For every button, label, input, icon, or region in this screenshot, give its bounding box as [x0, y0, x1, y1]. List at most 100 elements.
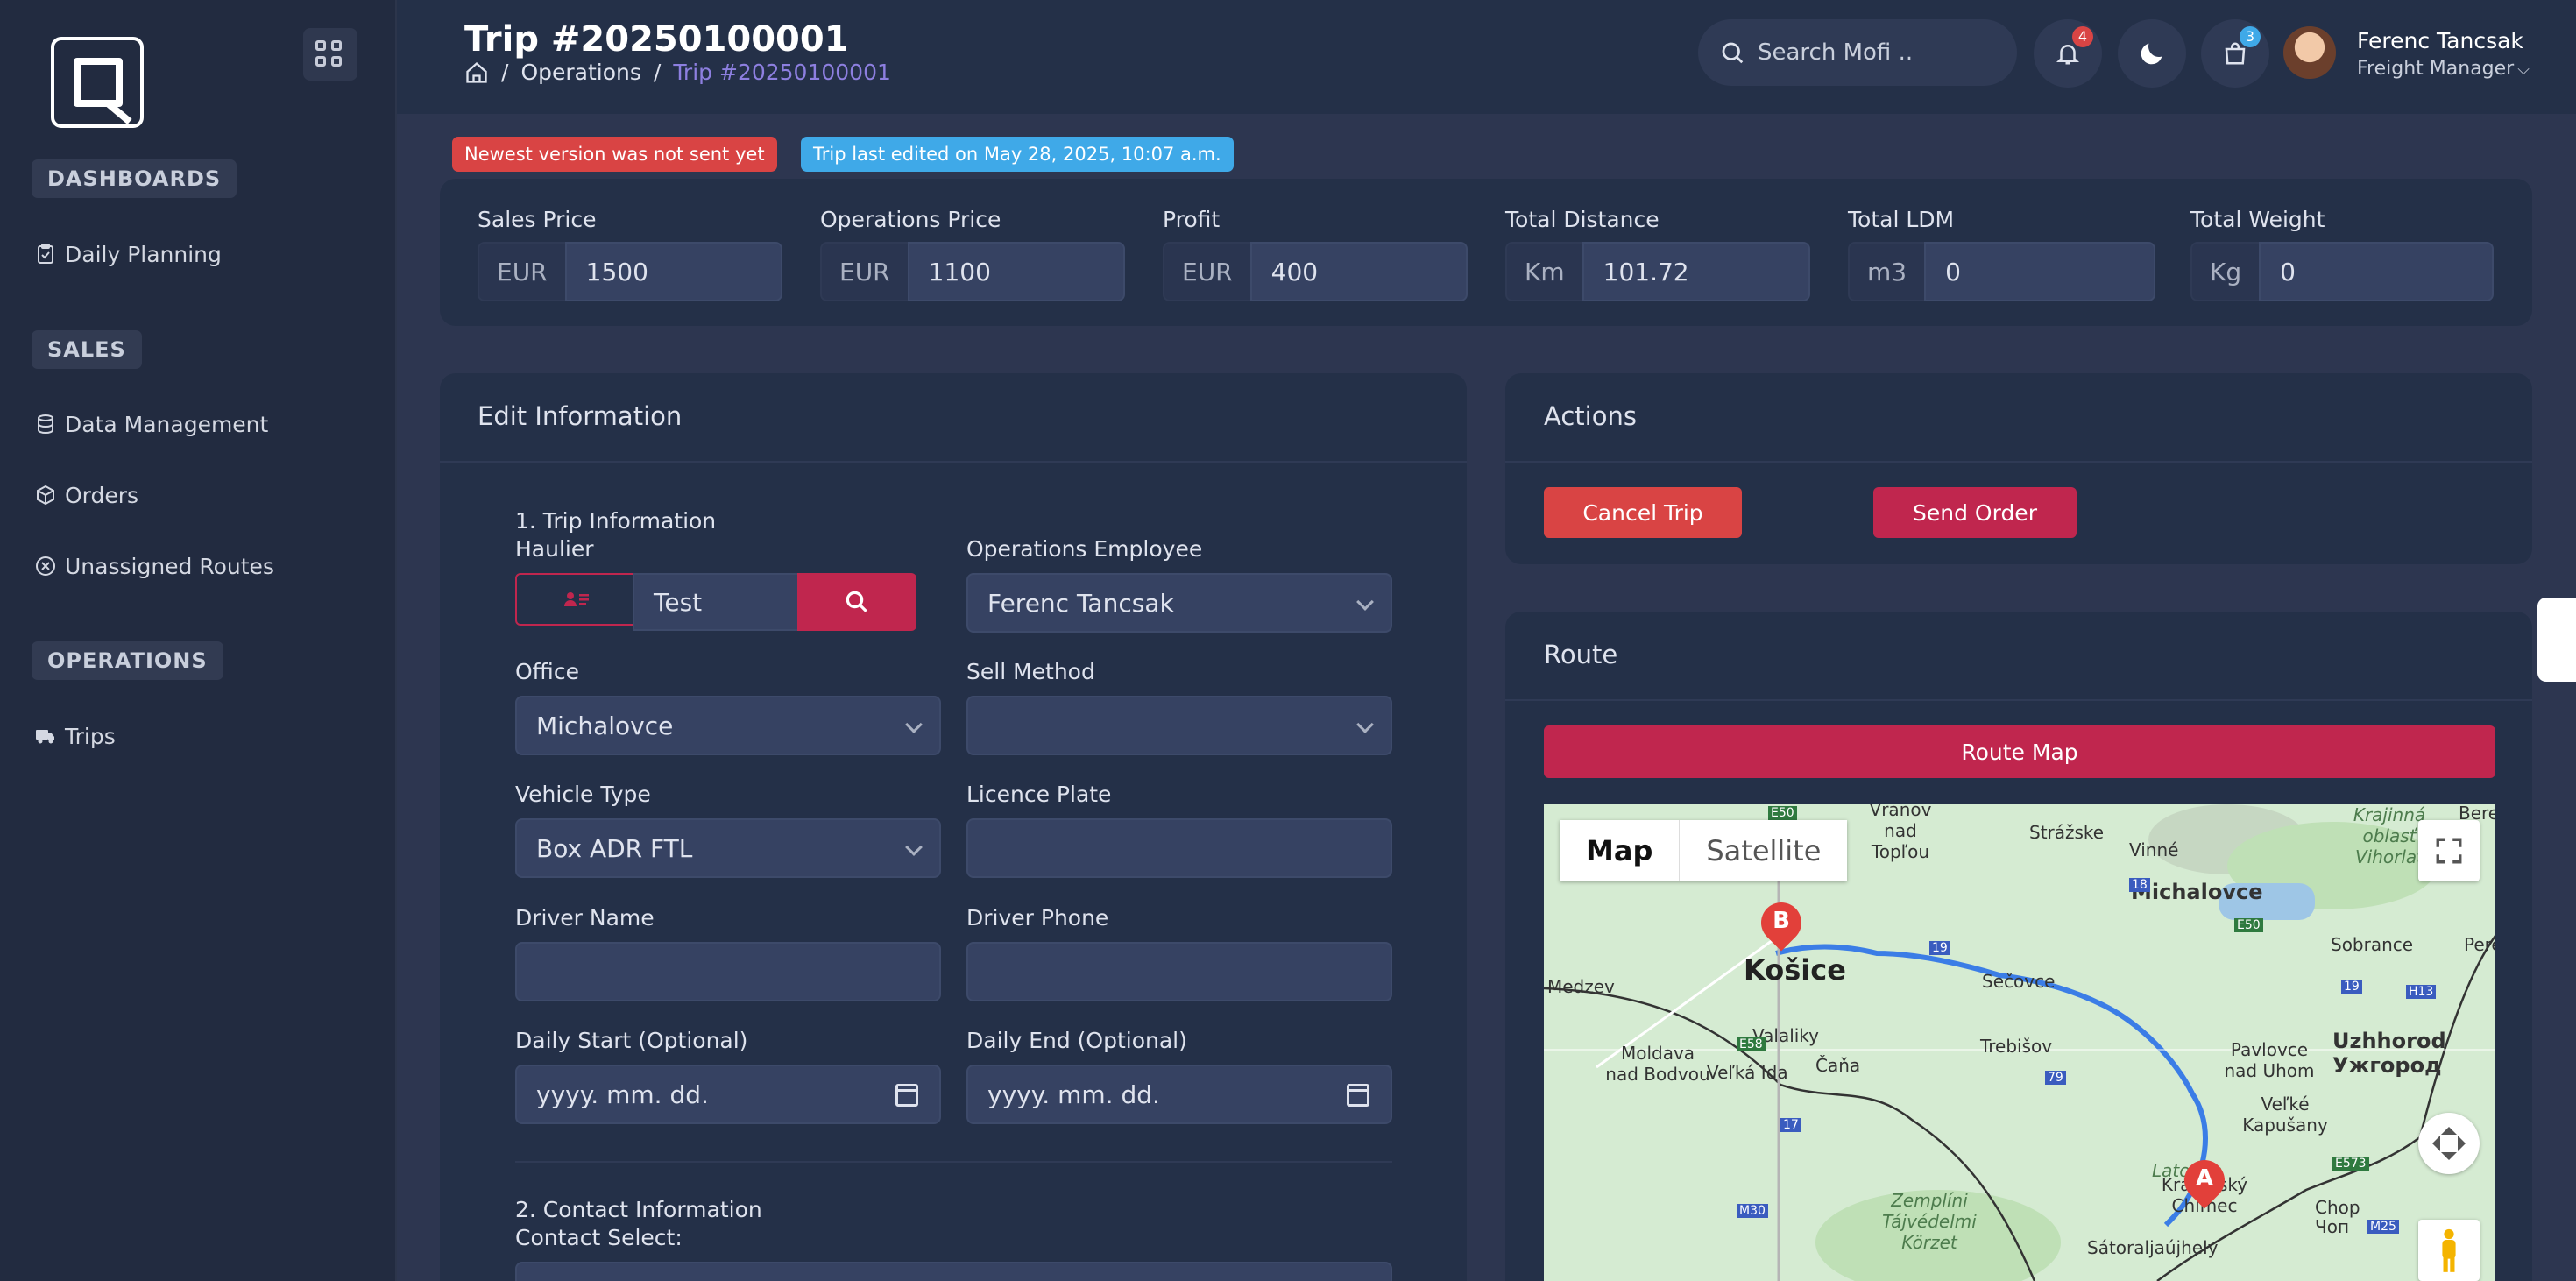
haulier-input[interactable]: Test: [633, 573, 799, 631]
sidebar-item-orders[interactable]: Orders: [35, 479, 138, 511]
cancel-trip-button[interactable]: Cancel Trip: [1544, 487, 1742, 538]
sidebar-item-trips[interactable]: Trips: [35, 720, 116, 752]
breadcrumb-operations[interactable]: Operations: [520, 60, 640, 85]
route-map-button[interactable]: Route Map: [1544, 725, 2495, 778]
daily-end-input[interactable]: yyyy. mm. dd.: [966, 1065, 1392, 1124]
haulier-contact-button[interactable]: [515, 573, 634, 626]
chevron-down-icon: [1356, 593, 1374, 611]
kpi-unit: m3: [1848, 242, 1925, 301]
section-sales: SALES: [32, 330, 142, 369]
sidebar-item-data-management[interactable]: Data Management: [35, 408, 268, 440]
kpi-label-sales-price: Sales Price: [478, 207, 597, 232]
sell-method-label: Sell Method: [966, 659, 1095, 684]
driver-phone-input[interactable]: [966, 942, 1392, 1001]
map-label: Pavlovce nad Uhom: [2224, 1039, 2315, 1081]
sidebar-item-unassigned-routes[interactable]: Unassigned Routes: [35, 550, 274, 582]
search-input[interactable]: Search Mofi ..: [1698, 19, 2017, 86]
contact-select[interactable]: [515, 1262, 1392, 1281]
total-ldm-field: m3 0: [1848, 242, 2156, 301]
calendar-icon[interactable]: [895, 1084, 918, 1107]
trip-information-heading: 1. Trip Information: [515, 508, 717, 534]
map-label: Veľké Kapušany: [2242, 1093, 2328, 1136]
edit-information-title: Edit Information: [478, 401, 683, 431]
user-role-label: Freight Manager: [2357, 58, 2515, 80]
app-logo[interactable]: [51, 37, 144, 128]
sales-price-field: EUR 1500: [478, 242, 782, 301]
database-icon: [38, 414, 53, 435]
daily-start-input[interactable]: yyyy. mm. dd.: [515, 1065, 941, 1124]
office-select[interactable]: Michalovce: [515, 696, 941, 755]
sidebar-item-daily-planning[interactable]: Daily Planning: [35, 238, 222, 270]
notifications-button[interactable]: 4: [2034, 19, 2102, 88]
daily-start-label: Daily Start (Optional): [515, 1028, 748, 1053]
apps-grid-icon[interactable]: [303, 28, 357, 81]
map-label: Michalovce: [2131, 880, 2263, 904]
breadcrumb-current: Trip #20250100001: [673, 60, 891, 85]
calendar-icon[interactable]: [1347, 1084, 1369, 1107]
route-map[interactable]: Košice Michalovce Sečovce Trebišov Medze…: [1544, 804, 2495, 1281]
home-icon[interactable]: [464, 60, 489, 85]
breadcrumb: / Operations / Trip #20250100001: [464, 60, 891, 85]
version-warning-badge: Newest version was not sent yet: [452, 137, 777, 172]
user-name[interactable]: Ferenc Tancsak: [2357, 28, 2523, 53]
driver-name-input[interactable]: [515, 942, 941, 1001]
divider: [515, 1161, 1392, 1163]
kpi-label-operations-price: Operations Price: [820, 207, 1001, 232]
user-role[interactable]: Freight Manager ⌵: [2357, 58, 2530, 80]
truck-icon: [36, 730, 54, 744]
licence-plate-input[interactable]: [966, 818, 1392, 878]
road-sign: H13: [2406, 985, 2437, 999]
daily-end-label: Daily End (Optional): [966, 1028, 1187, 1053]
chevron-down-icon: ⌵: [2517, 60, 2530, 79]
road-sign: M25: [2367, 1220, 2399, 1234]
cart-badge: 3: [2240, 26, 2261, 47]
kpi-unit: EUR: [478, 242, 565, 301]
kpi-unit: EUR: [1163, 242, 1250, 301]
total-weight-input[interactable]: 0: [2259, 242, 2495, 301]
road-sign: E58: [1737, 1037, 1766, 1051]
contact-information-heading: 2. Contact Information: [515, 1197, 762, 1222]
section-dashboards: DASHBOARDS: [32, 159, 237, 198]
map-label: Чоп: [2315, 1216, 2350, 1237]
office-label: Office: [515, 659, 579, 684]
fullscreen-button[interactable]: [2418, 820, 2480, 881]
street-view-button[interactable]: [2418, 1220, 2480, 1281]
sell-method-select[interactable]: [966, 696, 1392, 755]
map-label: Ужгород: [2332, 1053, 2442, 1078]
vehicle-type-select[interactable]: Box ADR FTL: [515, 818, 941, 878]
sales-price-input[interactable]: 1500: [564, 242, 782, 301]
profit-input[interactable]: 400: [1249, 242, 1468, 301]
kpi-unit: Km: [1505, 242, 1582, 301]
operations-employee-select[interactable]: Ferenc Tancsak: [966, 573, 1392, 633]
road-sign: E50: [1768, 806, 1797, 820]
map-label: Chop: [2315, 1197, 2360, 1218]
kpi-unit: Kg: [2190, 242, 2260, 301]
map-pin-label: B: [1773, 908, 1790, 934]
satellite-tab[interactable]: Satellite: [1680, 820, 1847, 881]
camera-control-button[interactable]: [2418, 1113, 2480, 1174]
fullscreen-icon: [2436, 838, 2462, 864]
map-label: Vranov nad Topľou: [1869, 804, 1932, 862]
office-value: Michalovce: [536, 711, 674, 740]
haulier-search-button[interactable]: [797, 573, 916, 631]
clipboard-check-icon: [38, 244, 53, 264]
send-order-button[interactable]: Send Order: [1873, 487, 2077, 538]
move-arrows-icon: [2431, 1126, 2466, 1161]
theme-toggle-button[interactable]: [2118, 19, 2186, 88]
address-card-icon: [564, 592, 589, 606]
circle-x-icon: [36, 556, 55, 576]
scrollbar-thumb[interactable]: [2537, 598, 2576, 682]
total-weight-field: Kg 0: [2190, 242, 2495, 301]
total-ldm-input[interactable]: 0: [1924, 242, 2156, 301]
operations-price-input[interactable]: 1100: [907, 242, 1125, 301]
total-distance-input[interactable]: 101.72: [1582, 242, 1810, 301]
road-sign: E573: [2332, 1157, 2369, 1171]
road-sign: 18: [2129, 878, 2150, 892]
cart-button[interactable]: 3: [2201, 19, 2269, 88]
map-tab[interactable]: Map: [1560, 820, 1681, 881]
sidebar-item-label: Trips: [65, 723, 116, 749]
avatar[interactable]: [2283, 26, 2336, 79]
chevron-down-icon: [1356, 716, 1374, 733]
kpi-label-profit: Profit: [1163, 207, 1221, 232]
kpi-unit: EUR: [820, 242, 908, 301]
